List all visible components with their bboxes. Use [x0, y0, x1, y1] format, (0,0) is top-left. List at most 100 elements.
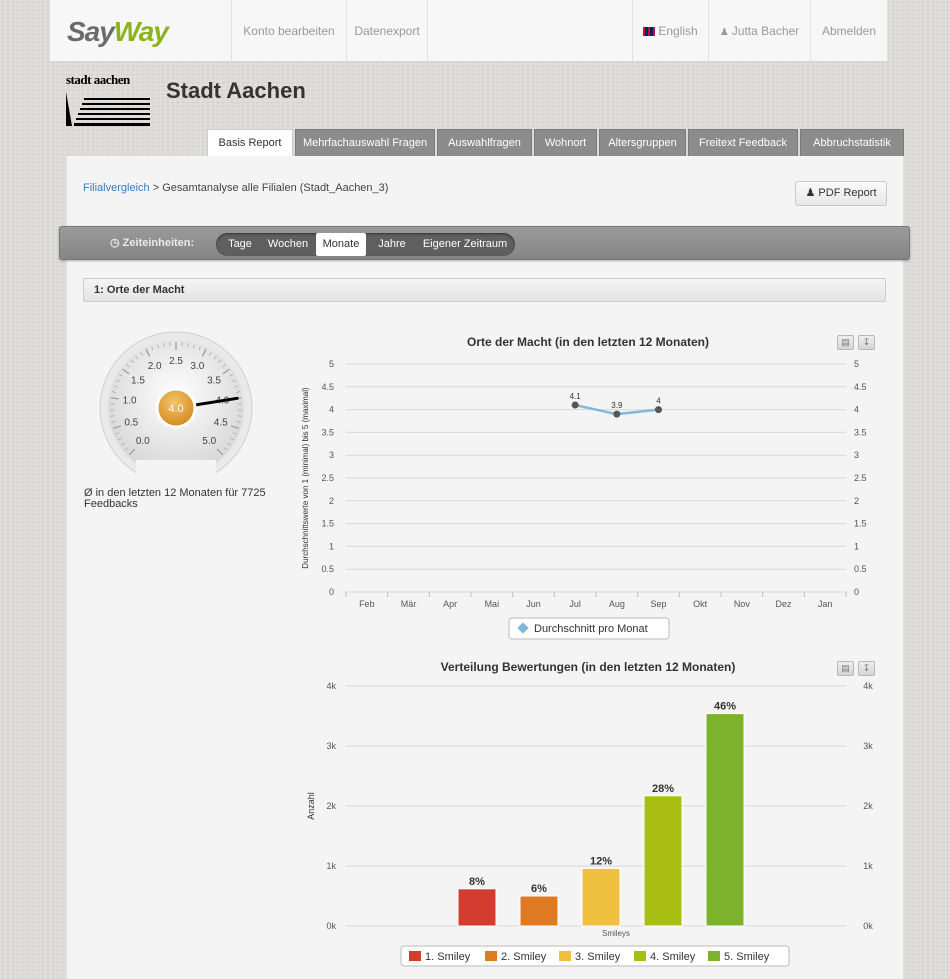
- print-chart-1-button[interactable]: ▤: [837, 335, 854, 350]
- bar: [519, 895, 559, 927]
- legend-swatch: [409, 951, 421, 961]
- y-tick-label-right: 2: [854, 496, 859, 506]
- bar-chart: Verteilung Bewertungen (in den letzten 1…: [306, 660, 873, 967]
- gauge-tick-label: 1.5: [131, 375, 145, 386]
- chart-title: Verteilung Bewertungen (in den letzten 1…: [441, 660, 736, 674]
- breadcrumb: Filialvergleich > Gesamtanalyse alle Fil…: [83, 182, 389, 194]
- language-switch[interactable]: English: [632, 0, 708, 62]
- x-axis-label: Smileys: [602, 929, 630, 938]
- download-icon: ↧: [862, 337, 871, 347]
- y-tick-label-left: 3k: [326, 741, 336, 751]
- legend-swatch: [708, 951, 720, 961]
- y-axis-label: Anzahl: [306, 792, 316, 820]
- y-tick-label-left: 5: [329, 359, 334, 369]
- data-point: [613, 410, 621, 418]
- tab-basis-report[interactable]: Basis Report: [207, 129, 293, 157]
- x-tick-label: Jul: [569, 599, 581, 609]
- gauge-tick-label: 3.0: [190, 361, 204, 372]
- pdf-report-button[interactable]: ♟ PDF Report: [795, 181, 887, 206]
- tab-altersgruppen[interactable]: Altersgruppen: [599, 129, 686, 156]
- gauge-tick-label: 0.5: [124, 418, 138, 429]
- download-chart-1-button[interactable]: ↧: [858, 335, 875, 350]
- legend-swatch: [559, 951, 571, 961]
- gauge-note: Ø in den letzten 12 Monaten für 7725 Fee…: [84, 487, 266, 510]
- x-tick-label: Jun: [526, 599, 541, 609]
- edit-account-link[interactable]: Konto bearbeiten: [231, 0, 346, 62]
- time-unit-selector: Tage Wochen Monate Jahre Eigener Zeitrau…: [216, 233, 515, 256]
- y-tick-label-right: 2.5: [854, 473, 867, 483]
- bar: [643, 795, 683, 927]
- time-unit-tage[interactable]: Tage: [220, 233, 260, 256]
- y-tick-label-right: 4k: [863, 681, 873, 691]
- legend-swatch: [485, 951, 497, 961]
- legend-label: Durchschnitt pro Monat: [534, 623, 648, 635]
- data-label: 4.1: [570, 392, 582, 401]
- time-units-label: ◷ Zeiteinheiten:: [110, 237, 195, 249]
- y-tick-label-left: 3.5: [321, 427, 334, 437]
- y-tick-label-right: 0: [854, 587, 859, 597]
- download-chart-2-button[interactable]: ↧: [858, 661, 875, 676]
- average-gauge: 0.00.51.01.52.02.53.03.54.04.55.0 4.0: [99, 331, 253, 480]
- data-point: [571, 401, 579, 409]
- gauge-tick-label: 5.0: [202, 436, 216, 447]
- x-tick-label: Apr: [443, 599, 457, 609]
- y-tick-label-right: 3: [854, 450, 859, 460]
- gauge-tick-label: 2.5: [169, 356, 183, 367]
- y-tick-label-right: 2k: [863, 801, 873, 811]
- tab-auswahlfragen[interactable]: Auswahlfragen: [437, 129, 532, 156]
- y-tick-label-left: 3: [329, 450, 334, 460]
- data-label: 4: [656, 397, 661, 406]
- tab-mehrfachauswahl[interactable]: Mehrfachauswahl Fragen: [295, 129, 435, 156]
- time-unit-monate[interactable]: Monate: [316, 233, 366, 256]
- y-tick-label-left: 1k: [326, 861, 336, 871]
- y-tick-label-right: 5: [854, 359, 859, 369]
- gauge-tick-label: 2.0: [148, 361, 162, 372]
- y-tick-label-left: 2.5: [321, 473, 334, 483]
- print-chart-2-button[interactable]: ▤: [837, 661, 854, 676]
- user-icon: ♟: [719, 27, 729, 38]
- x-tick-label: Sep: [650, 599, 666, 609]
- gauge-tick-label: 1.0: [123, 396, 137, 407]
- bar-label: 8%: [469, 876, 485, 888]
- bar: [581, 867, 621, 927]
- stadt-aachen-logo: stadt aachen: [66, 72, 152, 126]
- time-unit-eigener-zeitraum[interactable]: Eigener Zeitraum: [418, 233, 512, 256]
- y-tick-label-left: 4.5: [321, 382, 334, 392]
- time-unit-jahre[interactable]: Jahre: [368, 233, 416, 256]
- logout-link[interactable]: Abmelden: [810, 0, 888, 62]
- y-tick-label-left: 1: [329, 541, 334, 551]
- data-label: 3.9: [611, 401, 623, 410]
- gauge-cutout: [136, 460, 216, 480]
- y-tick-label-right: 4: [854, 405, 859, 415]
- printer-icon: ▤: [841, 337, 850, 347]
- y-tick-label-right: 4.5: [854, 382, 867, 392]
- x-tick-label: Okt: [693, 599, 708, 609]
- tab-freitext-feedback[interactable]: Freitext Feedback: [688, 129, 798, 156]
- legend-label: 1. Smiley: [425, 951, 471, 963]
- bar: [705, 713, 745, 927]
- bar-label: 6%: [531, 883, 547, 895]
- tab-wohnort[interactable]: Wohnort: [534, 129, 597, 156]
- y-tick-label-left: 2k: [326, 801, 336, 811]
- bar: [457, 888, 497, 927]
- gauge-tick-label: 3.5: [207, 375, 221, 386]
- gauge-value: 4.0: [168, 403, 183, 415]
- tab-abbruchstatistik[interactable]: Abbruchstatistik: [800, 129, 904, 156]
- user-menu[interactable]: ♟ Jutta Bacher: [708, 0, 810, 62]
- y-tick-label-right: 0k: [863, 921, 873, 931]
- section-header: 1: Orte der Macht: [83, 278, 886, 302]
- x-tick-label: Feb: [359, 599, 375, 609]
- bar-label: 46%: [714, 701, 736, 713]
- legend-label: 5. Smiley: [724, 951, 770, 963]
- chart-title: Orte der Macht (in den letzten 12 Monate…: [467, 335, 709, 349]
- breadcrumb-link-filialvergleich[interactable]: Filialvergleich: [83, 182, 150, 194]
- y-tick-label-right: 1.5: [854, 519, 867, 529]
- line-chart: Orte der Macht (in den letzten 12 Monate…: [301, 335, 867, 640]
- sayway-logo[interactable]: SayWay: [67, 16, 169, 48]
- time-unit-wochen[interactable]: Wochen: [262, 233, 314, 256]
- y-tick-label-left: 0: [329, 587, 334, 597]
- printer-icon: ▤: [841, 663, 850, 673]
- data-point: [655, 406, 662, 414]
- x-tick-label: Jan: [818, 599, 833, 609]
- data-export-link[interactable]: Datenexport: [346, 0, 428, 62]
